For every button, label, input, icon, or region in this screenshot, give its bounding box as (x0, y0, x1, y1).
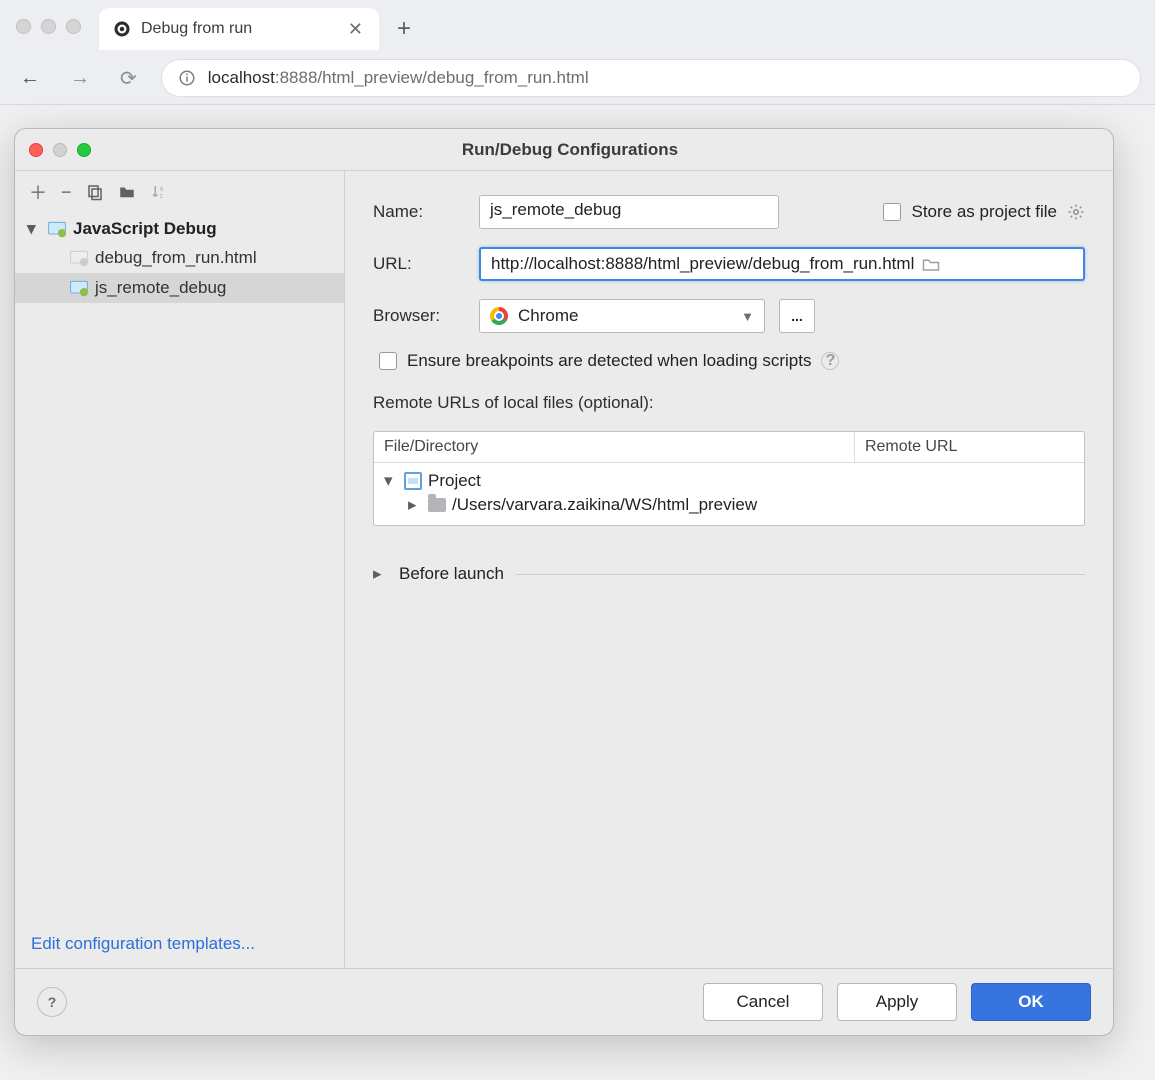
save-as-template-button[interactable] (118, 183, 136, 201)
minimize-window-button[interactable] (53, 143, 67, 157)
browser-tab[interactable]: Debug from run ✕ (99, 8, 379, 50)
project-icon (404, 472, 422, 490)
divider (516, 574, 1085, 575)
apply-button[interactable]: Apply (837, 983, 957, 1021)
chevron-down-icon: ▼ (741, 309, 754, 324)
traffic-light (16, 19, 31, 34)
run-debug-config-dialog: Run/Debug Configurations ＋ − az ▾ (14, 128, 1114, 1036)
zoom-window-button[interactable] (77, 143, 91, 157)
url-value: http://localhost:8888/html_preview/debug… (491, 254, 914, 274)
chevron-right-icon[interactable]: ▸ (373, 564, 387, 584)
store-as-project-file-checkbox[interactable] (883, 203, 901, 221)
config-item-label: js_remote_debug (95, 278, 226, 298)
svg-text:a: a (159, 187, 163, 193)
folder-icon (428, 498, 446, 512)
config-item-label: debug_from_run.html (95, 248, 257, 268)
chevron-down-icon: ▾ (384, 471, 398, 491)
config-item[interactable]: debug_from_run.html (15, 243, 344, 273)
reload-button[interactable]: ⟳ (114, 62, 143, 95)
store-as-project-file-label: Store as project file (911, 202, 1057, 222)
config-item-selected[interactable]: js_remote_debug (15, 273, 344, 303)
address-bar[interactable]: localhost:8888/html_preview/debug_from_r… (161, 59, 1141, 97)
ok-button[interactable]: OK (971, 983, 1091, 1021)
url-label: URL: (373, 254, 465, 274)
close-window-button[interactable] (29, 143, 43, 157)
column-header-file[interactable]: File/Directory (374, 432, 855, 462)
html-debug-icon (69, 248, 89, 268)
browser-label: Browser: (373, 306, 465, 326)
edit-templates-link[interactable]: Edit configuration templates... (15, 920, 344, 968)
gear-icon[interactable] (1067, 203, 1085, 221)
url-path: :8888/html_preview/debug_from_run.html (275, 68, 589, 87)
tab-title: Debug from run (141, 20, 252, 38)
browser-value: Chrome (518, 306, 578, 326)
url-input[interactable]: http://localhost:8888/html_preview/debug… (479, 247, 1085, 281)
chevron-right-icon: ▸ (408, 495, 422, 515)
tree-row-project[interactable]: ▾ Project (380, 469, 1078, 493)
config-group-label: JavaScript Debug (73, 219, 217, 239)
browse-folder-icon[interactable] (922, 256, 1073, 272)
info-icon (178, 69, 196, 87)
svg-text:z: z (159, 194, 162, 200)
chrome-icon (490, 307, 508, 325)
url-host: localhost (208, 68, 275, 87)
js-debug-icon (69, 278, 89, 298)
project-label: Project (428, 471, 481, 491)
site-icon (113, 20, 131, 38)
remote-urls-header: Remote URLs of local files (optional): (373, 389, 1085, 413)
config-group[interactable]: ▾ JavaScript Debug (15, 215, 344, 243)
name-input[interactable]: js_remote_debug (479, 195, 779, 229)
browser-more-button[interactable]: ... (779, 299, 815, 333)
js-debug-icon (47, 219, 67, 239)
back-button[interactable]: ← (14, 63, 46, 94)
column-header-remote-url[interactable]: Remote URL (855, 432, 1084, 462)
browser-select[interactable]: Chrome ▼ (479, 299, 765, 333)
ensure-breakpoints-checkbox[interactable] (379, 352, 397, 370)
chevron-down-icon: ▾ (27, 219, 41, 239)
path-label: /Users/varvara.zaikina/WS/html_preview (452, 495, 757, 515)
remove-config-button[interactable]: − (61, 182, 72, 203)
traffic-light (66, 19, 81, 34)
traffic-light (41, 19, 56, 34)
copy-config-button[interactable] (86, 183, 104, 201)
new-tab-button[interactable]: + (385, 15, 423, 43)
ensure-breakpoints-label: Ensure breakpoints are detected when loa… (407, 351, 811, 371)
dialog-title: Run/Debug Configurations (91, 140, 1099, 160)
window-traffic-lights (10, 19, 93, 40)
remote-urls-table: File/Directory Remote URL ▾ Project ▸ /U… (373, 431, 1085, 526)
close-tab-icon[interactable]: ✕ (348, 19, 363, 40)
forward-button[interactable]: → (64, 63, 96, 94)
sort-button[interactable]: az (150, 183, 168, 201)
add-config-button[interactable]: ＋ (29, 179, 47, 205)
name-label: Name: (373, 202, 465, 222)
cancel-button[interactable]: Cancel (703, 983, 823, 1021)
help-icon[interactable]: ? (821, 352, 839, 370)
help-button[interactable]: ? (37, 987, 67, 1017)
tree-row-path[interactable]: ▸ /Users/varvara.zaikina/WS/html_preview (380, 493, 1078, 517)
before-launch-label[interactable]: Before launch (399, 564, 504, 584)
